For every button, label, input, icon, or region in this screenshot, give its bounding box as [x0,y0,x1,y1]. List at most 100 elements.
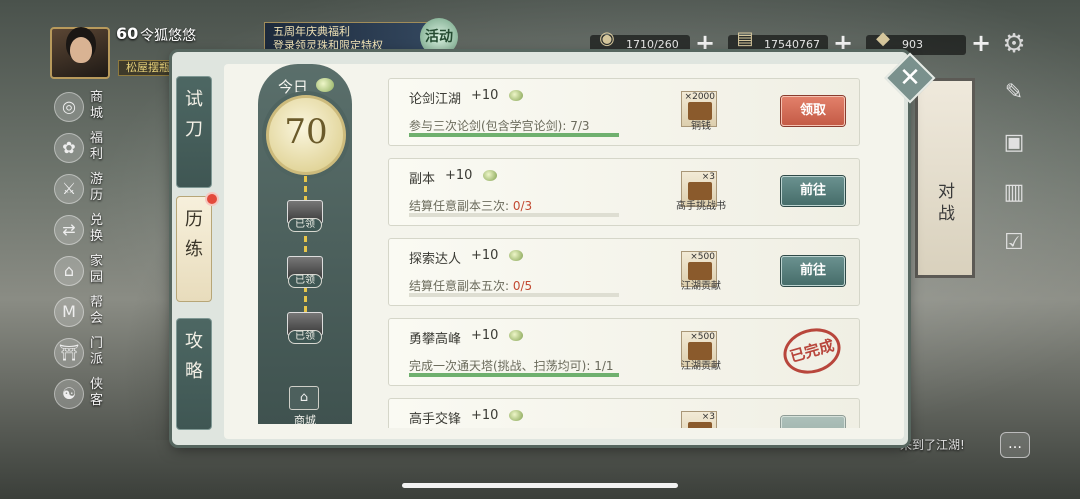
quest-description: 结算任意副本五次: 0/5 [409,277,532,294]
quest-progress-count: 0/5 [512,279,533,293]
quest-card: 高手交锋 +10 ×3 [388,398,860,428]
checklist-icon[interactable]: ☑ [996,230,1032,280]
quest-progress-bar [409,133,619,137]
quest-card: 副本 +10 结算任意副本三次: 0/3 ×3 高手挑战书 前往 [388,158,860,226]
activity-icon[interactable]: 活动 [420,18,458,56]
store-icon: ◎ [54,92,84,122]
resource-silver-value: 1710/260 [626,38,679,51]
home-indicator[interactable] [402,483,678,488]
sidebar-item-store[interactable]: ◎ 商城 [52,88,112,129]
chest-status: 已领 [288,330,322,344]
quest-description-text: 结算任意副本五次: [409,279,513,293]
sidebar-item-travel[interactable]: ⚔ 游历 [52,170,112,211]
reward-chest-2[interactable]: 已领 [284,256,326,288]
quest-title: 探索达人 [409,252,462,267]
player-title: 松屋摆瓶 [118,60,178,76]
quest-progress-count: 7/3 [570,119,590,133]
quest-progress-count: 1/1 [594,359,614,373]
settings-gear-icon[interactable]: ⚙ [1000,30,1028,58]
sidebar-item-sect[interactable]: ⛩ 门派 [52,334,112,375]
reward-count: ×500 [690,332,715,342]
reward-item-icon[interactable]: ×3 [681,411,717,428]
reward-name: 江湖贡献 [681,361,721,372]
quest-points: +10 [445,168,473,183]
claim-button[interactable]: 领取 [781,96,845,126]
quest-title: 高手交锋 [409,412,462,427]
reward-count: ×3 [701,172,715,182]
sidebar-item-label: 门派 [90,336,104,367]
action-button[interactable] [781,416,845,428]
sidebar-item-label: 商城 [90,90,104,121]
reward-art [688,422,712,428]
shop-icon[interactable]: ⌂ [289,386,319,410]
sidebar-item-label: 侠客 [90,377,104,408]
sidebar-item-welfare[interactable]: ✿ 福利 [52,129,112,170]
quest-progress-bar [409,213,619,217]
quest-progress-bar [409,373,619,377]
go-button[interactable]: 前往 [781,256,845,286]
chat-hint: 来到了江湖! [900,438,965,452]
home-icon: ⌂ [54,256,84,286]
quest-list[interactable]: 论剑江湖 +10 参与三次论剑(包含学宫论剑): 7/3 ×2000 铜钱 领取 … [388,78,862,428]
quest-card: 论剑江湖 +10 参与三次论剑(包含学宫论剑): 7/3 ×2000 铜钱 领取 [388,78,860,146]
sidebar-item-home[interactable]: ⌂ 家园 [52,252,112,293]
player-avatar[interactable] [50,27,110,79]
tab-shidao[interactable]: 试刀 [176,76,212,188]
go-button[interactable]: 前往 [781,176,845,206]
today-label: 今日 [278,78,309,96]
travel-icon: ⚔ [54,174,84,204]
welfare-icon: ✿ [54,133,84,163]
tab-lilian[interactable]: 历练 [176,196,212,302]
resource-wood-value: 17540767 [764,38,820,51]
sidebar-item-guild[interactable]: M 帮会 [52,293,112,334]
bag-icon[interactable]: ▥ [996,180,1032,230]
reward-count: ×500 [690,252,715,262]
sidebar-item-label: 游历 [90,172,104,203]
left-sidebar: ◎ 商城 ✿ 福利 ⚔ 游历 ⇄ 兑换 ⌂ 家园 M 帮会 ⛩ 门派 ☯ 侠客 [52,88,112,416]
quest-title: 副本 [409,172,436,187]
reward-name: 铜钱 [691,121,711,132]
sidebar-item-label: 福利 [90,131,104,162]
panel-icon[interactable]: ▣ [996,130,1032,180]
sidebar-item-exchange[interactable]: ⇄ 兑换 [52,211,112,252]
quest-description-text: 结算任意副本三次: [409,199,513,213]
sidebar-item-hero[interactable]: ☯ 侠客 [52,375,112,416]
quest-progress-bar [409,293,619,297]
right-sidebar: ✎ ▣ ▥ ☑ [996,80,1032,280]
chest-status: 已领 [288,218,322,232]
quest-title: 勇攀高峰 [409,332,462,347]
tab-gonglue[interactable]: 攻略 [176,318,212,430]
reward-chest-3[interactable]: 已领 [284,312,326,344]
chat-icon[interactable]: … [1000,432,1030,458]
edit-icon[interactable]: ✎ [996,80,1032,130]
quest-card: 探索达人 +10 结算任意副本五次: 0/5 ×500 江湖贡献 前往 [388,238,860,306]
quest-description-text: 参与三次论剑(包含学宫论剑): [409,119,571,133]
player-level: 60 [116,24,139,43]
exchange-icon: ⇄ [54,215,84,245]
reward-count: ×3 [701,412,715,422]
sidebar-item-label: 帮会 [90,295,104,326]
battle-scroll-label: 对战 [938,182,955,224]
quest-points: +10 [471,408,499,423]
reward-name: 江湖贡献 [681,281,721,292]
battle-scroll[interactable]: 对战 [915,78,975,278]
event-banner[interactable]: 五周年庆典福利 登录领灵珠和限定特权 [264,22,440,54]
daily-score: 70 [284,112,328,152]
chest-status: 已领 [288,274,322,288]
banner-line-2: 登录领灵珠和限定特权 [273,39,383,52]
shop-label: 商城 [294,414,316,427]
quest-description: 结算任意副本三次: 0/3 [409,197,532,214]
quest-progress-count: 0/3 [512,199,533,213]
activity-coin-icon [509,90,523,101]
add-gold-button[interactable]: + [970,31,992,55]
sidebar-item-label: 兑换 [90,213,104,244]
guild-icon: M [54,297,84,327]
quest-card: 勇攀高峰 +10 完成一次通天塔(挑战、扫荡均可): 1/1 ×500 江湖贡献… [388,318,860,386]
player-name: 令狐悠悠 [140,28,196,44]
activity-coin-icon [509,330,523,341]
activity-coin-icon [509,250,523,261]
reward-name: 高手挑战书 [676,201,726,212]
quest-description: 参与三次论剑(包含学宫论剑): 7/3 [409,117,590,134]
reward-chest-1[interactable]: 已领 [284,200,326,232]
sidebar-item-label: 家园 [90,254,104,285]
